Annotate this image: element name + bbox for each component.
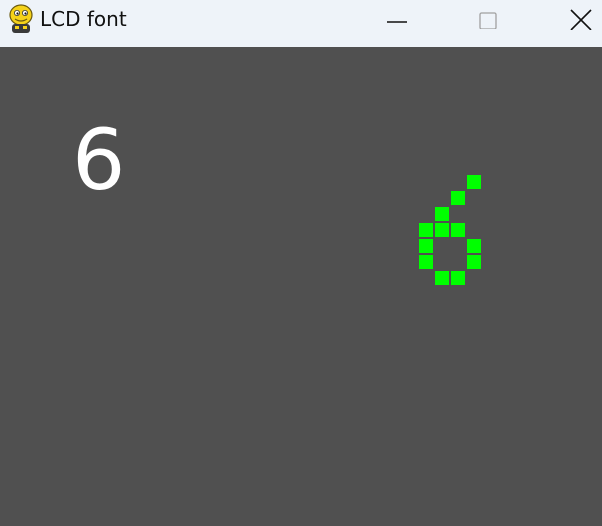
lcd-pixel <box>419 223 433 237</box>
lcd-pixel <box>467 175 481 189</box>
close-icon <box>570 9 592 30</box>
lcd-pixel <box>451 191 465 205</box>
lcd-pixel <box>467 255 481 269</box>
rendered-digit-text: 6 <box>72 111 126 209</box>
lcd-pixel <box>419 255 433 269</box>
app-window: LCD font 6 <box>0 0 602 526</box>
window-title: LCD font <box>40 7 127 31</box>
lcd-pixel <box>451 223 465 237</box>
lcd-pixel <box>435 223 449 237</box>
minimize-button[interactable] <box>374 0 420 36</box>
pygame-snake-icon <box>9 4 33 33</box>
lcd-digit-display <box>419 175 485 287</box>
lcd-pixel <box>435 271 449 285</box>
canvas-area: 6 <box>0 47 602 526</box>
maximize-button[interactable] <box>465 0 511 36</box>
title-bar[interactable]: LCD font <box>0 0 602 47</box>
minimize-icon <box>387 21 407 23</box>
close-button[interactable] <box>558 0 602 36</box>
lcd-pixel <box>419 239 433 253</box>
lcd-pixel <box>435 207 449 221</box>
maximize-icon <box>479 12 497 29</box>
lcd-pixel <box>451 271 465 285</box>
lcd-pixel <box>467 239 481 253</box>
